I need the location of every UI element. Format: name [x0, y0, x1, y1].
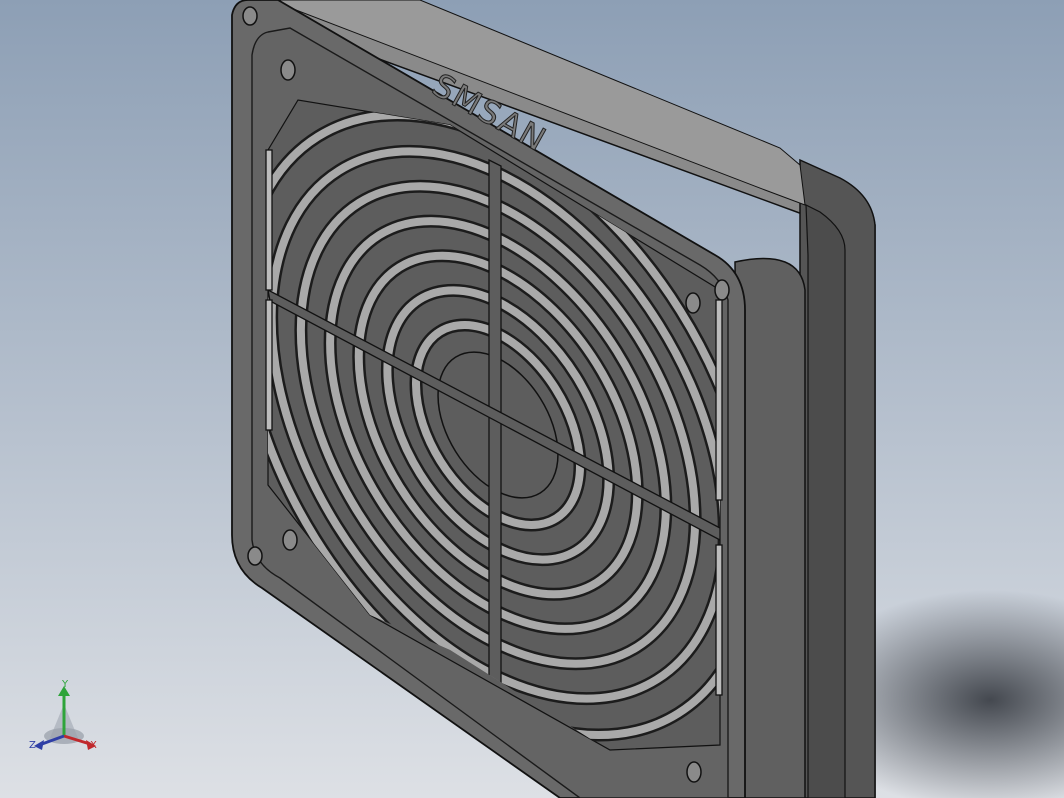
housing-step — [805, 204, 846, 798]
mount-hole-bottom-left-inner — [282, 529, 298, 551]
fan-filter-model[interactable]: SMSAN — [0, 0, 1064, 798]
mount-hole-top-left-inner — [280, 59, 296, 81]
mount-hole-bottom-right-inner — [686, 761, 702, 783]
orientation-triad[interactable]: Y X Z — [22, 680, 112, 760]
mount-hole-top-left — [242, 6, 258, 26]
graphics-viewport[interactable]: SMSAN Y X Z — [0, 0, 1064, 798]
y-axis-label: Y — [62, 679, 69, 690]
mount-hole-top-right — [714, 279, 730, 301]
z-axis-label: Z — [29, 740, 36, 751]
x-axis-label: X — [90, 740, 97, 751]
spoke-vertical — [488, 158, 502, 692]
mount-hole-top-right-inner — [685, 292, 701, 314]
mount-hole-bottom-left — [247, 546, 263, 566]
